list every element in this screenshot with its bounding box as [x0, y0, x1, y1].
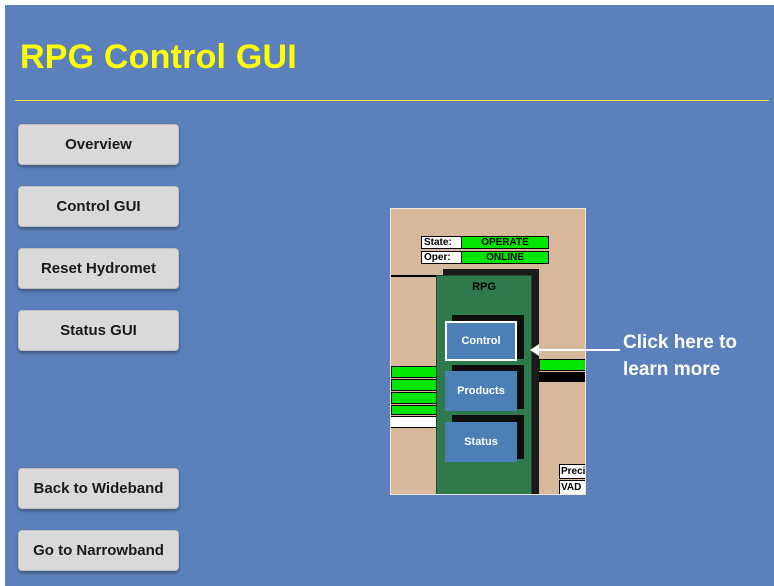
preci-label: Preci — [559, 464, 585, 479]
title-divider — [15, 100, 769, 101]
rpg-box-shadow-side — [532, 269, 539, 494]
connector-line-top — [391, 275, 439, 277]
callout-line-2: learn more — [623, 359, 721, 380]
control-gui-button[interactable]: Control GUI — [18, 186, 179, 227]
state-value: OPERATE — [462, 237, 548, 248]
left-link-bar-1 — [391, 366, 439, 378]
rpg-label: RPG — [472, 281, 496, 293]
go-to-narrowband-button[interactable]: Go to Narrowband — [18, 530, 179, 571]
products-box[interactable]: Products — [445, 371, 517, 411]
left-link-white — [391, 416, 439, 428]
rpg-diagram: State: OPERATE Oper: ONLINE RPG Control … — [390, 208, 586, 495]
vad-label: VAD — [559, 480, 585, 494]
state-indicator: State: OPERATE — [421, 236, 549, 249]
left-link-bar-2 — [391, 379, 439, 391]
oper-value: ONLINE — [462, 252, 548, 263]
state-label: State: — [422, 237, 462, 248]
callout-line-1: Click here to — [623, 332, 738, 353]
oper-indicator: Oper: ONLINE — [421, 251, 549, 264]
status-gui-button[interactable]: Status GUI — [18, 310, 179, 351]
oper-label: Oper: — [422, 252, 462, 263]
callout-text: Click here to learn more — [623, 329, 773, 383]
left-link-bar-4 — [391, 405, 439, 415]
right-link-bar-1 — [539, 359, 585, 371]
left-link-bar-3 — [391, 392, 439, 404]
page-title: RPG Control GUI — [20, 38, 297, 76]
status-box[interactable]: Status — [445, 422, 517, 462]
right-link-bar-2 — [539, 372, 585, 382]
overview-button[interactable]: Overview — [18, 124, 179, 165]
callout-arrow-head — [530, 344, 539, 356]
callout-arrow-line — [536, 349, 620, 351]
reset-hydromet-button[interactable]: Reset Hydromet — [18, 248, 179, 289]
control-box[interactable]: Control — [445, 321, 517, 361]
back-to-wideband-button[interactable]: Back to Wideband — [18, 468, 179, 509]
